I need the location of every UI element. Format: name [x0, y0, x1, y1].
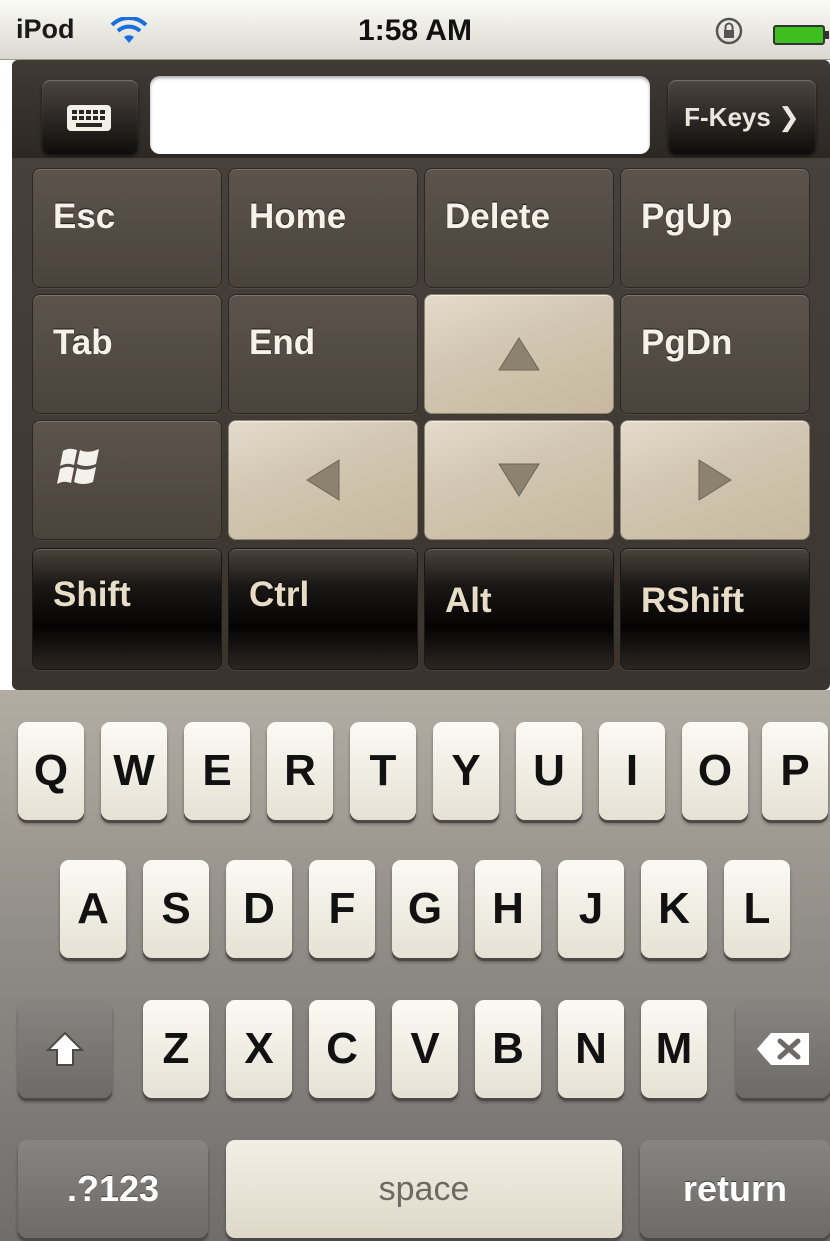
right-arrow-key[interactable] [620, 420, 810, 540]
home-key-label: Home [249, 197, 347, 236]
key-q[interactable]: Q [18, 722, 84, 820]
pgup-key[interactable]: PgUp [620, 168, 810, 288]
key-k[interactable]: K [641, 860, 707, 958]
keyboard-icon [67, 105, 111, 131]
key-z[interactable]: Z [143, 1000, 209, 1098]
home-key[interactable]: Home [228, 168, 418, 288]
key-x[interactable]: X [226, 1000, 292, 1098]
key-a[interactable]: A [60, 860, 126, 958]
battery-icon [773, 25, 829, 45]
left-arrow-key[interactable] [228, 420, 418, 540]
key-l[interactable]: L [724, 860, 790, 958]
status-bar: iPod 1:58 AM [0, 0, 830, 60]
on-screen-keyboard: Q W E R T Y U I O P A S D F G H J K L Z … [0, 690, 830, 1241]
space-button[interactable]: space [226, 1140, 622, 1238]
alt-key[interactable]: Alt [424, 548, 614, 670]
key-v[interactable]: V [392, 1000, 458, 1098]
shift-button[interactable] [18, 1000, 112, 1098]
down-arrow-key[interactable] [424, 420, 614, 540]
ctrl-key-label: Ctrl [249, 575, 310, 614]
ctrl-key[interactable]: Ctrl [228, 548, 418, 670]
shift-arrow-icon [45, 1031, 85, 1066]
tab-key-label: Tab [53, 323, 113, 362]
key-p[interactable]: P [762, 722, 828, 820]
key-m[interactable]: M [641, 1000, 707, 1098]
rshift-key-label: RShift [641, 581, 745, 620]
end-key[interactable]: End [228, 294, 418, 414]
up-arrow-icon [498, 337, 540, 371]
rshift-key[interactable]: RShift [620, 548, 810, 670]
key-r[interactable]: R [267, 722, 333, 820]
delete-key-label: Delete [445, 197, 551, 236]
left-arrow-icon [306, 459, 340, 501]
key-i[interactable]: I [599, 722, 665, 820]
shift-key-label: Shift [53, 575, 131, 614]
pgdn-key-label: PgDn [641, 323, 733, 362]
tab-key[interactable]: Tab [32, 294, 222, 414]
orientation-lock-icon [715, 17, 743, 45]
windows-key[interactable] [32, 420, 222, 540]
remote-text-input[interactable] [150, 76, 650, 154]
esc-key-label: Esc [53, 197, 116, 236]
delete-key[interactable]: Delete [424, 168, 614, 288]
esc-key[interactable]: Esc [32, 168, 222, 288]
key-w[interactable]: W [101, 722, 167, 820]
keyboard-toggle-button[interactable] [42, 80, 138, 154]
up-arrow-key[interactable] [424, 294, 614, 414]
key-g[interactable]: G [392, 860, 458, 958]
f-keys-button[interactable]: F-Keys ❯ [668, 80, 816, 154]
backspace-button[interactable] [736, 1000, 830, 1098]
key-f[interactable]: F [309, 860, 375, 958]
backspace-icon [757, 1033, 809, 1065]
key-u[interactable]: U [516, 722, 582, 820]
key-c[interactable]: C [309, 1000, 375, 1098]
pgup-key-label: PgUp [641, 197, 733, 236]
key-y[interactable]: Y [433, 722, 499, 820]
key-n[interactable]: N [558, 1000, 624, 1098]
alt-key-label: Alt [445, 581, 492, 620]
key-s[interactable]: S [143, 860, 209, 958]
key-j[interactable]: J [558, 860, 624, 958]
down-arrow-icon [498, 463, 540, 497]
right-arrow-icon [698, 459, 732, 501]
key-e[interactable]: E [184, 722, 250, 820]
key-h[interactable]: H [475, 860, 541, 958]
key-o[interactable]: O [682, 722, 748, 820]
key-d[interactable]: D [226, 860, 292, 958]
end-key-label: End [249, 323, 316, 362]
key-b[interactable]: B [475, 1000, 541, 1098]
numbers-button[interactable]: .?123 [18, 1140, 208, 1238]
key-t[interactable]: T [350, 722, 416, 820]
return-button[interactable]: return [640, 1140, 830, 1238]
pgdn-key[interactable]: PgDn [620, 294, 810, 414]
clock: 1:58 AM [358, 14, 472, 47]
shift-key[interactable]: Shift [32, 548, 222, 670]
panel-toolbar: F-Keys ❯ [12, 60, 830, 158]
remote-key-panel: F-Keys ❯ Esc Home Delete PgUp Tab End Pg… [12, 60, 830, 690]
windows-logo-icon [57, 448, 99, 484]
